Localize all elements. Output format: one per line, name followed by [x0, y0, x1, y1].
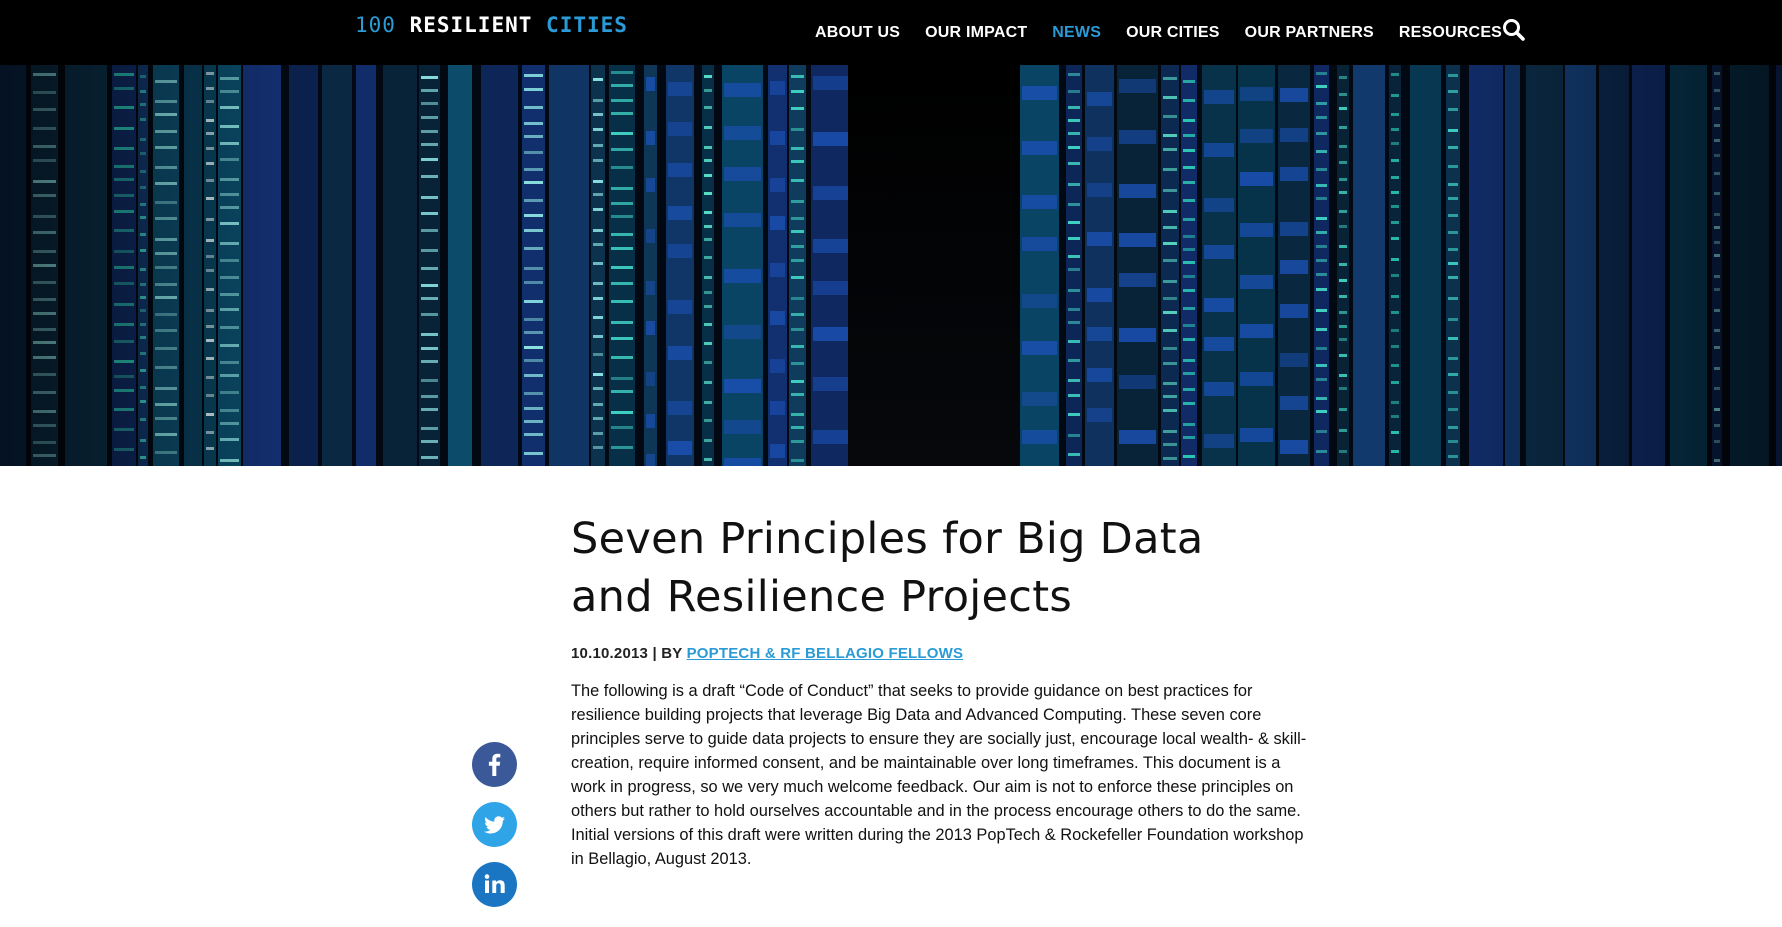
nav-item-our-cities[interactable]: OUR CITIES: [1126, 24, 1220, 42]
share-buttons: [472, 742, 517, 922]
main-nav: ABOUT US OUR IMPACT NEWS OUR CITIES OUR …: [815, 0, 1502, 65]
article-intro-paragraph: The following is a draft “Code of Conduc…: [571, 682, 1307, 868]
logo-word-cities: CITIES: [546, 13, 628, 37]
top-navigation-bar: 100 RESILIENT CITIES ABOUT US OUR IMPACT…: [0, 0, 1782, 65]
server-racks-illustration: [0, 65, 1782, 466]
twitter-icon: [484, 816, 505, 834]
article-author-link[interactable]: POPTECH & RF BELLAGIO FELLOWS: [687, 645, 964, 662]
article-date: 10.10.2013: [571, 645, 649, 662]
article-title-line-1: Seven Principles for Big Data: [571, 514, 1204, 564]
article-title-line-2: and Resilience Projects: [571, 572, 1073, 622]
logo-number: 100: [355, 13, 396, 37]
site-logo[interactable]: 100 RESILIENT CITIES: [355, 13, 628, 37]
nav-item-our-impact[interactable]: OUR IMPACT: [925, 24, 1027, 42]
article-meta: 10.10.2013 | BY POPTECH & RF BELLAGIO FE…: [571, 645, 1311, 662]
twitter-share-button[interactable]: [472, 802, 517, 847]
facebook-share-button[interactable]: [472, 742, 517, 787]
facebook-icon: [488, 753, 501, 776]
logo-word-resilient: RESILIENT: [409, 13, 533, 37]
nav-item-about-us[interactable]: ABOUT US: [815, 24, 900, 42]
article-by-label: | BY: [652, 645, 683, 662]
linkedin-icon: [484, 874, 505, 893]
linkedin-share-button[interactable]: [472, 862, 517, 907]
hero-image: [0, 65, 1782, 466]
nav-item-news[interactable]: NEWS: [1052, 24, 1101, 42]
search-icon[interactable]: [1501, 17, 1527, 43]
article-title: Seven Principles for Big Data and Resili…: [571, 510, 1311, 626]
nav-item-our-partners[interactable]: OUR PARTNERS: [1245, 24, 1374, 42]
article: Seven Principles for Big Data and Resili…: [571, 510, 1311, 887]
nav-item-resources[interactable]: RESOURCES: [1399, 24, 1502, 42]
